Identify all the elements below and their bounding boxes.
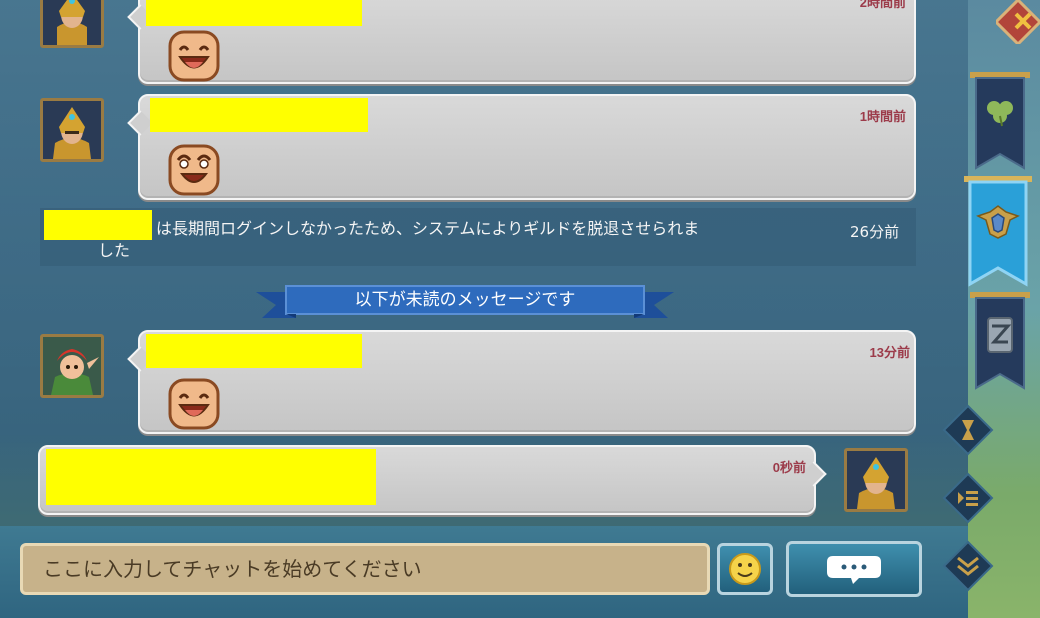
redacted-username (150, 98, 368, 132)
avatar[interactable] (40, 0, 104, 48)
scroll-icon (987, 317, 1013, 353)
list-icon (942, 472, 994, 524)
smiley-icon (729, 553, 761, 585)
scroll-down-icon (942, 540, 994, 592)
clover-tab[interactable] (970, 72, 1030, 172)
chat-message-bubble: 2時間前 (138, 0, 916, 84)
unread-messages-banner: 以下が未読のメッセージです (256, 278, 674, 322)
chat-input[interactable] (20, 543, 710, 595)
chat-message-bubble: 13分前 (138, 330, 916, 434)
system-message-timestamp: 26分前 (850, 223, 900, 241)
close-button[interactable] (993, 0, 1040, 47)
message-timestamp: 2時間前 (859, 0, 906, 10)
redacted-username (44, 210, 152, 240)
chat-message-bubble: 1時間前 (138, 94, 916, 200)
unread-banner-text: 以下が未読のメッセージです (354, 290, 576, 310)
send-button[interactable] (786, 541, 922, 597)
message-timestamp: 13分前 (869, 345, 910, 360)
hourglass-button[interactable] (942, 404, 994, 456)
avatar[interactable] (40, 98, 104, 162)
speech-bubble-icon (827, 556, 881, 584)
own-message-bubble: 0秒前 (38, 445, 816, 515)
system-message-text: は長期間ログインしなかったため、システムによりギルドを脱退させられま (156, 219, 700, 238)
close-icon (993, 0, 1040, 47)
redacted-message (46, 449, 376, 505)
redacted-username (146, 334, 362, 368)
avatar[interactable] (40, 334, 104, 398)
message-timestamp: 0秒前 (772, 460, 806, 475)
system-message: は長期間ログインしなかったため、システムによりギルドを脱退させられま した 26… (40, 208, 916, 266)
laughing-face-emoji (168, 378, 220, 430)
message-timestamp: 1時間前 (859, 109, 906, 124)
own-avatar[interactable] (844, 448, 908, 512)
emoji-button[interactable] (717, 543, 773, 595)
list-button[interactable] (942, 472, 994, 524)
grinning-squint-face-emoji (168, 144, 220, 196)
scroll-down-button[interactable] (942, 540, 994, 592)
system-message-text-cont: した (98, 241, 131, 260)
guild-tab[interactable] (962, 176, 1034, 288)
laughing-face-emoji (168, 30, 220, 82)
redacted-username (146, 0, 362, 26)
hourglass-icon (942, 404, 994, 456)
scroll-tab[interactable] (970, 292, 1030, 392)
